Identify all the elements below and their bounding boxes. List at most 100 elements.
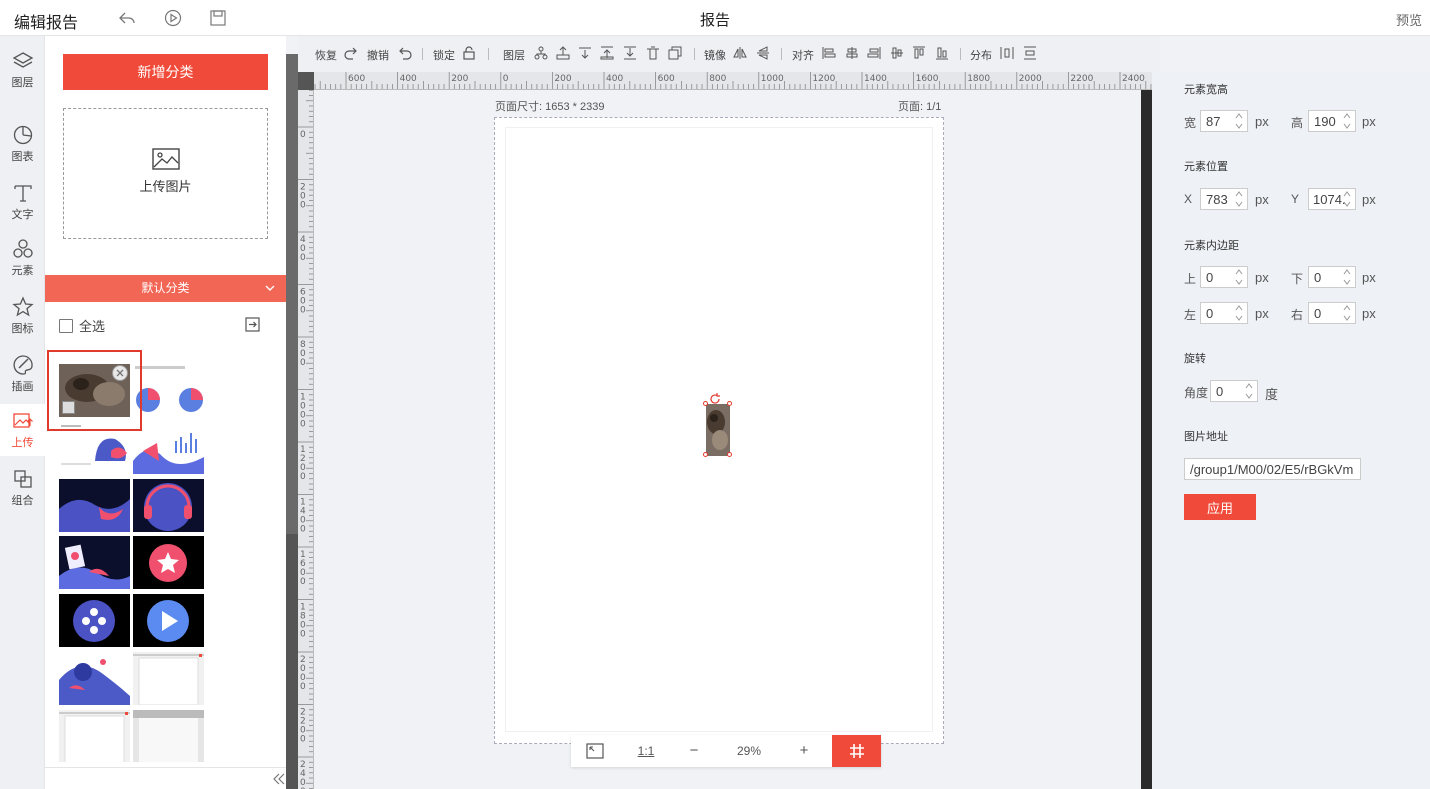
image-thumbnail-astronaut[interactable]: [59, 652, 130, 705]
height-stepper[interactable]: [1308, 110, 1356, 132]
resize-handle-ne[interactable]: [727, 401, 732, 406]
increment-icon[interactable]: [1234, 267, 1244, 277]
image-thumbnail-gamepad[interactable]: [59, 594, 130, 647]
padding-top-input[interactable]: [1201, 267, 1231, 287]
resize-handle-nw[interactable]: [703, 401, 708, 406]
decrement-icon[interactable]: [1342, 313, 1352, 323]
decrement-icon[interactable]: [1234, 313, 1244, 323]
undo-button[interactable]: 撤销: [367, 47, 389, 63]
image-thumbnail-headphones[interactable]: [133, 479, 204, 532]
send-to-back-icon[interactable]: [623, 46, 637, 60]
padding-right-stepper[interactable]: [1308, 302, 1356, 324]
preview-button[interactable]: 预览: [1396, 10, 1422, 29]
image-thumbnail-page[interactable]: [133, 652, 204, 705]
decrement-icon[interactable]: [1342, 121, 1352, 131]
actual-size-button[interactable]: 1:1: [623, 735, 669, 767]
add-category-button[interactable]: 新增分类: [63, 54, 268, 90]
upload-image-dropzone[interactable]: 上传图片: [63, 108, 268, 239]
category-dropdown[interactable]: 默认分类: [45, 275, 286, 302]
image-thumbnail-doc[interactable]: [59, 536, 130, 589]
padding-left-stepper[interactable]: [1200, 302, 1248, 324]
decrement-icon[interactable]: [1234, 121, 1244, 131]
select-all-checkbox[interactable]: 全选: [59, 316, 105, 335]
mirror-button[interactable]: 镜像: [704, 47, 726, 63]
nav-illustrations[interactable]: 插画: [0, 348, 45, 400]
align-bottom-icon[interactable]: [935, 46, 949, 60]
image-thumbnail-star[interactable]: [133, 536, 204, 589]
nav-text[interactable]: 文字: [0, 176, 45, 228]
nav-icons[interactable]: 图标: [0, 290, 45, 342]
undo-icon[interactable]: [398, 46, 412, 60]
nav-charts[interactable]: 图表: [0, 118, 45, 170]
increment-icon[interactable]: [1244, 381, 1254, 391]
delete-icon[interactable]: [646, 46, 660, 60]
vertical-ruler[interactable]: 0 200 400 600 800 1000 1200 1400 1600 1800 2000 220…: [298, 90, 314, 789]
bring-forward-icon[interactable]: [556, 46, 570, 60]
decrement-icon[interactable]: [1342, 199, 1352, 209]
nav-group[interactable]: 组合: [0, 462, 45, 514]
align-left-icon[interactable]: [822, 46, 836, 60]
lock-icon[interactable]: [462, 46, 476, 60]
image-thumbnail-cat[interactable]: [59, 364, 130, 417]
align-top-icon[interactable]: [912, 46, 926, 60]
y-stepper[interactable]: [1308, 188, 1356, 210]
image-thumbnail-pie[interactable]: [133, 364, 204, 417]
width-stepper[interactable]: [1200, 110, 1248, 132]
resize-handle-sw[interactable]: [703, 452, 708, 457]
layer-button[interactable]: 图层: [503, 47, 525, 63]
lock-button[interactable]: 锁定: [433, 47, 455, 63]
remove-icon[interactable]: [112, 365, 128, 381]
distribute-vertical-icon[interactable]: [1023, 46, 1037, 60]
angle-stepper[interactable]: [1210, 380, 1258, 402]
decrement-icon[interactable]: [1234, 277, 1244, 287]
layer-tree-icon[interactable]: [534, 46, 548, 60]
y-input[interactable]: [1309, 189, 1345, 209]
redo-icon[interactable]: [344, 46, 358, 60]
save-icon[interactable]: [209, 9, 227, 27]
increment-icon[interactable]: [1342, 111, 1352, 121]
padding-right-input[interactable]: [1309, 303, 1339, 323]
flip-vertical-icon[interactable]: [756, 46, 770, 60]
selected-image-element[interactable]: [706, 404, 730, 456]
flip-horizontal-icon[interactable]: [733, 46, 747, 60]
increment-icon[interactable]: [1234, 303, 1244, 313]
image-thumbnail-page-3[interactable]: [133, 710, 204, 762]
grid-toggle-button[interactable]: [832, 735, 881, 767]
nav-elements[interactable]: 元素: [0, 232, 45, 284]
increment-icon[interactable]: [1342, 189, 1352, 199]
thumbnail-checkbox[interactable]: [62, 401, 75, 414]
height-input[interactable]: [1309, 111, 1339, 131]
image-thumbnail-report[interactable]: [59, 421, 130, 474]
align-right-icon[interactable]: [867, 46, 881, 60]
padding-bottom-stepper[interactable]: [1308, 266, 1356, 288]
image-thumbnail-bar[interactable]: [133, 421, 204, 474]
align-center-v-icon[interactable]: [890, 46, 904, 60]
nav-layers[interactable]: 图层: [0, 44, 45, 96]
image-thumbnail-page-2[interactable]: [59, 710, 130, 762]
padding-bottom-input[interactable]: [1309, 267, 1339, 287]
nav-upload[interactable]: 上传: [0, 404, 45, 456]
increment-icon[interactable]: [1342, 303, 1352, 313]
bring-to-front-icon[interactable]: [600, 46, 614, 60]
image-url-input[interactable]: [1184, 458, 1361, 480]
apply-button[interactable]: 应用: [1184, 494, 1256, 520]
decrement-icon[interactable]: [1244, 391, 1254, 401]
x-input[interactable]: [1201, 189, 1231, 209]
distribute-horizontal-icon[interactable]: [1000, 46, 1014, 60]
horizontal-ruler[interactable]: 600 400 200 0 200 400 600 800 1000 1200 1400 1600 18…: [314, 72, 1152, 90]
image-thumbnail-play[interactable]: [133, 594, 204, 647]
resize-handle-se[interactable]: [727, 452, 732, 457]
canvas-area[interactable]: 页面尺寸: 1653 * 2339 页面: 1/1 1:1 − 29% +: [314, 90, 1140, 789]
copy-icon[interactable]: [668, 46, 682, 60]
send-backward-icon[interactable]: [578, 46, 592, 60]
decrement-icon[interactable]: [1234, 199, 1244, 209]
padding-left-input[interactable]: [1201, 303, 1231, 323]
decrement-icon[interactable]: [1342, 277, 1352, 287]
move-to-folder-icon[interactable]: [245, 317, 260, 332]
panel-scrollbar-thumb[interactable]: [286, 54, 298, 534]
increment-icon[interactable]: [1234, 111, 1244, 121]
redo-button[interactable]: 恢复: [315, 47, 337, 63]
canvas-scrollbar[interactable]: [1141, 90, 1152, 789]
back-icon[interactable]: [118, 9, 136, 27]
width-input[interactable]: [1201, 111, 1231, 131]
